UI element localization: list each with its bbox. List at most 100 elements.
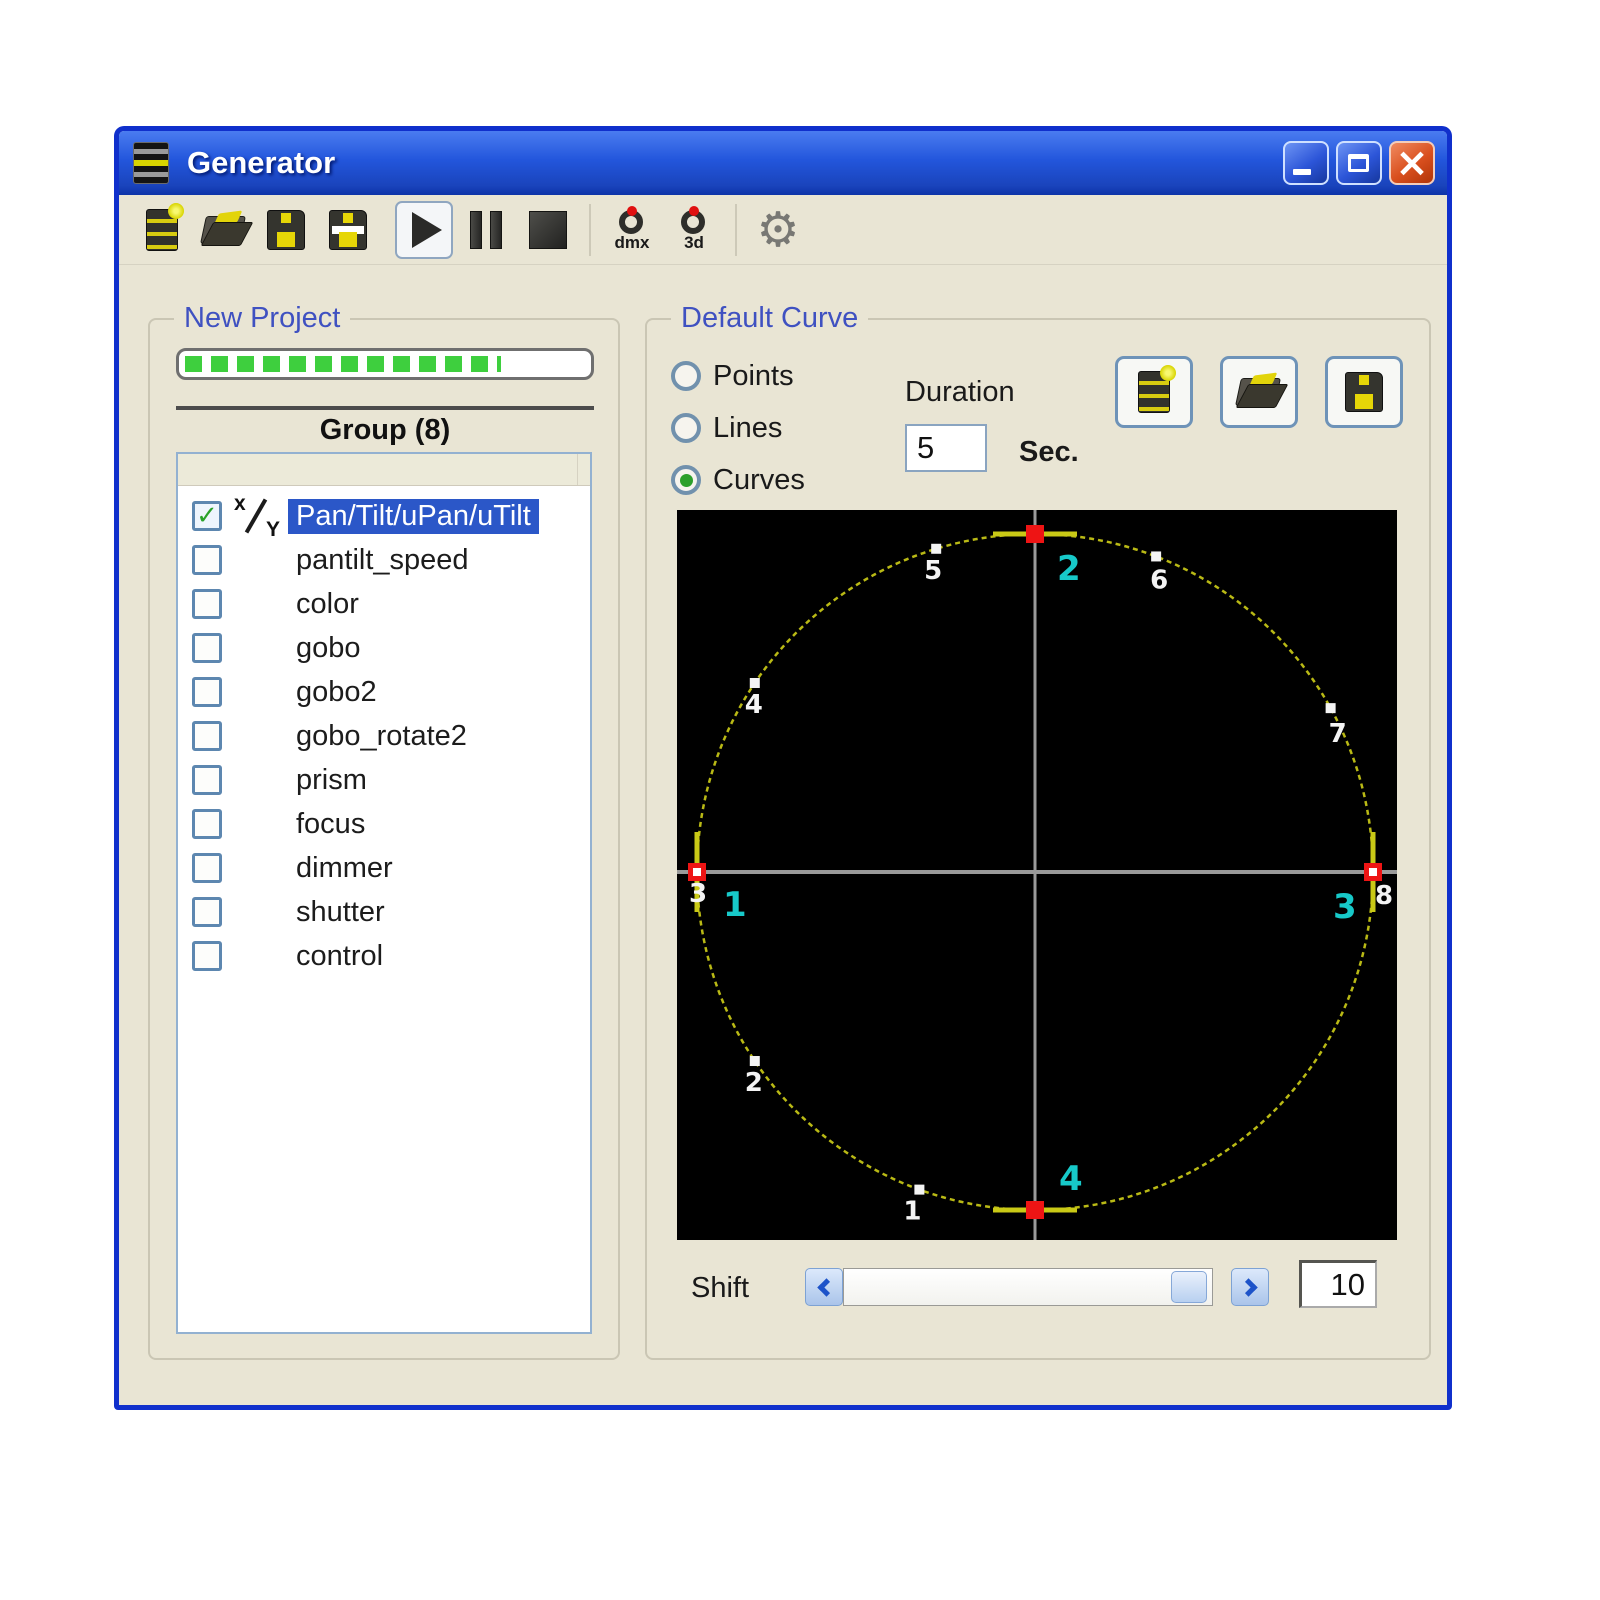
duration-unit-label: Sec. <box>1019 436 1079 469</box>
radio-circle-icon <box>671 361 701 391</box>
new-project-title: New Project <box>174 302 350 335</box>
radio-label: Lines <box>713 412 782 445</box>
play-button[interactable] <box>395 201 453 259</box>
chevron-right-icon <box>1239 1278 1257 1296</box>
curve-open-button[interactable] <box>1220 356 1298 428</box>
curve-point-4[interactable] <box>750 678 760 688</box>
icon-spacer <box>230 891 288 933</box>
scroll-left-button[interactable] <box>805 1268 843 1306</box>
list-item[interactable]: gobo_rotate2 <box>178 714 590 758</box>
list-item[interactable]: gobo <box>178 626 590 670</box>
progress-fill <box>185 356 501 372</box>
save-button[interactable] <box>257 201 315 259</box>
title-bar[interactable]: Generator × <box>119 131 1447 195</box>
item-label: control <box>288 939 391 974</box>
stop-button[interactable] <box>519 201 577 259</box>
key-handle-2[interactable] <box>1026 525 1044 543</box>
save-icon <box>267 210 305 250</box>
save-icon <box>1345 372 1383 412</box>
list-item[interactable]: dimmer <box>178 846 590 890</box>
radio-curves[interactable]: Curves <box>671 454 805 506</box>
shift-scrollbar[interactable] <box>805 1268 1213 1306</box>
group-list-header[interactable]: Group (8) <box>176 406 594 450</box>
curve-type-radios: Points Lines Curves <box>671 350 805 506</box>
curve-point-7[interactable] <box>1326 703 1336 713</box>
item-checkbox[interactable] <box>192 765 222 795</box>
list-item[interactable]: gobo2 <box>178 670 590 714</box>
window-title: Generator <box>187 145 335 181</box>
checkmark-icon: ✓ <box>196 503 218 529</box>
radio-circle-icon <box>671 413 701 443</box>
icon-spacer <box>230 935 288 977</box>
new-project-button[interactable] <box>133 201 191 259</box>
key-handle-label: 1 <box>723 885 747 925</box>
curve-point-1[interactable] <box>914 1185 924 1195</box>
curve-point-2[interactable] <box>750 1056 760 1066</box>
gear-icon: ⚙ <box>756 206 799 254</box>
key-handle-label: 3 <box>1333 887 1357 927</box>
item-checkbox[interactable] <box>192 853 222 883</box>
open-folder-icon <box>1236 374 1282 410</box>
list-item[interactable]: color <box>178 582 590 626</box>
new-document-icon <box>1138 371 1170 413</box>
list-item[interactable]: shutter <box>178 890 590 934</box>
shift-value-box[interactable]: 10 <box>1299 1260 1377 1308</box>
scrollbar-track[interactable] <box>843 1268 1213 1306</box>
item-checkbox[interactable] <box>192 721 222 751</box>
curve-save-button[interactable] <box>1325 356 1403 428</box>
curve-point-label: 6 <box>1150 565 1168 595</box>
dmx-knob-icon <box>618 208 646 234</box>
save-as-icon <box>329 210 367 250</box>
minimize-button[interactable] <box>1283 141 1329 185</box>
toolbar-separator <box>589 204 591 256</box>
duration-label: Duration <box>905 376 1015 409</box>
radio-points[interactable]: Points <box>671 350 805 402</box>
curve-point-5[interactable] <box>931 544 941 554</box>
duration-input[interactable] <box>905 424 987 472</box>
group-list-body: ✓xYPan/Tilt/uPan/uTilt pantilt_speedcolor… <box>178 486 590 978</box>
list-item[interactable]: control <box>178 934 590 978</box>
list-item[interactable]: focus <box>178 802 590 846</box>
pause-button[interactable] <box>457 201 515 259</box>
stop-icon <box>529 211 567 249</box>
curve-new-button[interactable] <box>1115 356 1193 428</box>
curve-point-6[interactable] <box>1151 551 1161 561</box>
icon-spacer <box>230 583 288 625</box>
curve-point-label: 1 <box>903 1197 921 1227</box>
list-item[interactable]: prism <box>178 758 590 802</box>
key-handle-label: 2 <box>1057 549 1081 589</box>
radio-lines[interactable]: Lines <box>671 402 805 454</box>
item-checkbox[interactable] <box>192 941 222 971</box>
item-checkbox[interactable] <box>192 809 222 839</box>
open-button[interactable] <box>195 201 253 259</box>
list-item[interactable]: ✓xYPan/Tilt/uPan/uTilt <box>178 494 590 538</box>
close-button[interactable]: × <box>1389 141 1435 185</box>
settings-button[interactable]: ⚙ <box>749 201 807 259</box>
desktop: Generator × <box>0 0 1600 1600</box>
maximize-button[interactable] <box>1336 141 1382 185</box>
open-folder-icon <box>201 212 247 248</box>
save-as-button[interactable] <box>319 201 377 259</box>
item-checkbox[interactable] <box>192 545 222 575</box>
item-checkbox[interactable] <box>192 897 222 927</box>
icon-spacer <box>230 671 288 713</box>
item-label: focus <box>288 807 373 842</box>
list-item[interactable]: pantilt_speed <box>178 538 590 582</box>
3d-view-button[interactable]: 3d <box>665 201 723 259</box>
item-checkbox[interactable] <box>192 589 222 619</box>
scrollbar-thumb[interactable] <box>1171 1271 1207 1303</box>
icon-spacer <box>230 715 288 757</box>
key-handle-4[interactable] <box>1026 1201 1044 1219</box>
scroll-right-button[interactable] <box>1231 1268 1269 1306</box>
dmx-output-button[interactable]: dmx <box>603 201 661 259</box>
icon-spacer <box>230 539 288 581</box>
item-checkbox[interactable] <box>192 633 222 663</box>
item-label: pantilt_speed <box>288 543 477 578</box>
new-project-panel: New Project Group (8) ✓xYPan/Tilt/uPan/u… <box>148 318 620 1360</box>
item-checkbox[interactable] <box>192 677 222 707</box>
item-checkbox[interactable]: ✓ <box>192 501 222 531</box>
shift-label: Shift <box>691 1272 749 1305</box>
curve-editor-area[interactable]: 123456781234 <box>677 510 1397 1240</box>
radio-label: Points <box>713 360 794 393</box>
item-label: shutter <box>288 895 393 930</box>
